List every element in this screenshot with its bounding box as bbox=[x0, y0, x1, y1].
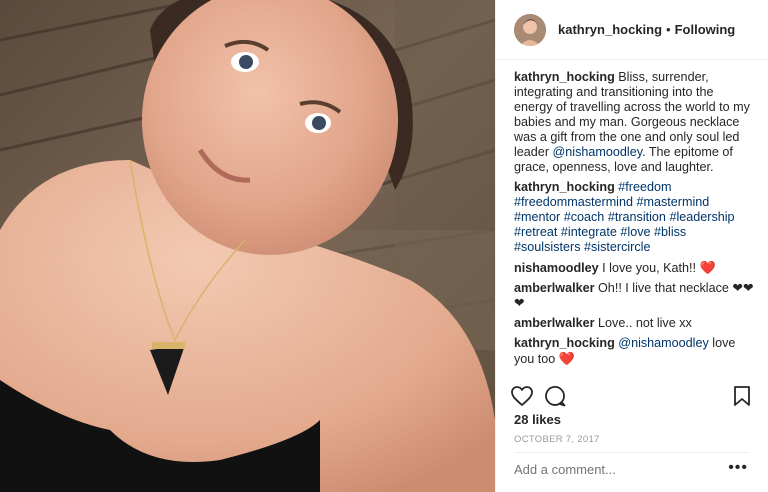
post-date[interactable]: OCTOBER 7, 2017 bbox=[514, 434, 600, 445]
comment-item: nishamoodley I love you, Kath!! ❤️ bbox=[514, 260, 754, 276]
mention-link[interactable]: @nishamoodley bbox=[553, 145, 643, 159]
avatar[interactable] bbox=[514, 13, 546, 46]
hashtag-link[interactable]: #retreat bbox=[514, 225, 557, 239]
selfie-image bbox=[0, 0, 495, 492]
comment-username[interactable]: amberlwalker bbox=[514, 316, 595, 330]
heart-emoji-icon: ❤️ bbox=[558, 351, 575, 366]
action-bar bbox=[510, 384, 754, 408]
heart-outline-icon[interactable] bbox=[510, 384, 534, 408]
header-separator: • bbox=[666, 22, 671, 37]
comment-text: I love you, Kath!! bbox=[598, 261, 700, 275]
comment-bubble-icon[interactable] bbox=[543, 384, 567, 408]
likes-count[interactable]: 28 likes bbox=[514, 412, 561, 427]
comment-username[interactable]: amberlwalker bbox=[514, 281, 595, 295]
comment-item: amberlwalker Love.. not live xx bbox=[514, 316, 754, 331]
hashtag-link[interactable]: #mastermind bbox=[637, 195, 710, 209]
avatar-image bbox=[514, 13, 546, 46]
comment-username[interactable]: kathryn_hocking bbox=[514, 180, 615, 194]
comment-username[interactable]: kathryn_hocking bbox=[514, 70, 615, 84]
hashtag-link[interactable]: #freedommastermind bbox=[514, 195, 633, 209]
hashtag-link[interactable]: #bliss bbox=[654, 225, 686, 239]
post-side-panel: kathryn_hocking • Following kathryn_hock… bbox=[495, 0, 768, 492]
post-header: kathryn_hocking • Following bbox=[496, 0, 768, 60]
hashtag-link[interactable]: #coach bbox=[564, 210, 605, 224]
mention-link[interactable]: @nishamoodley bbox=[618, 336, 709, 350]
hashtag-link[interactable]: #integrate bbox=[561, 225, 617, 239]
comment-username[interactable]: nishamoodley bbox=[514, 261, 599, 275]
comment-text: Love.. not live xx bbox=[594, 316, 692, 330]
comment-username[interactable]: kathryn_hocking bbox=[514, 336, 615, 350]
comment-item: amberlwalker Oh!! I live that necklace ❤… bbox=[514, 281, 754, 311]
more-options-icon[interactable]: ••• bbox=[728, 459, 748, 477]
hashtag-link[interactable]: #soulsisters bbox=[514, 240, 581, 254]
heart-emoji-icon: ❤️ bbox=[699, 260, 716, 275]
comments-list[interactable]: kathryn_hocking Bliss, surrender, integr… bbox=[514, 70, 754, 378]
bookmark-icon[interactable] bbox=[730, 384, 754, 408]
hashtag-link[interactable]: #love bbox=[620, 225, 650, 239]
post-author-username[interactable]: kathryn_hocking bbox=[558, 22, 662, 37]
hashtag-link[interactable]: #freedom bbox=[618, 180, 671, 194]
following-button[interactable]: Following bbox=[675, 22, 736, 37]
hashtag-link[interactable]: #sistercircle bbox=[584, 240, 650, 254]
hashtag-link[interactable]: #leadership bbox=[669, 210, 734, 224]
comment-item: kathryn_hocking @nishamoodley love you t… bbox=[514, 336, 754, 367]
add-comment-input[interactable] bbox=[514, 462, 714, 477]
comment-item: kathryn_hocking Bliss, surrender, integr… bbox=[514, 70, 754, 175]
post-photo[interactable] bbox=[0, 0, 495, 492]
comment-item: kathryn_hocking #freedom #freedommasterm… bbox=[514, 180, 754, 255]
divider bbox=[514, 452, 750, 453]
hashtag-link[interactable]: #mentor bbox=[514, 210, 560, 224]
hashtag-link[interactable]: #transition bbox=[608, 210, 666, 224]
instagram-post: kathryn_hocking • Following kathryn_hock… bbox=[0, 0, 768, 492]
